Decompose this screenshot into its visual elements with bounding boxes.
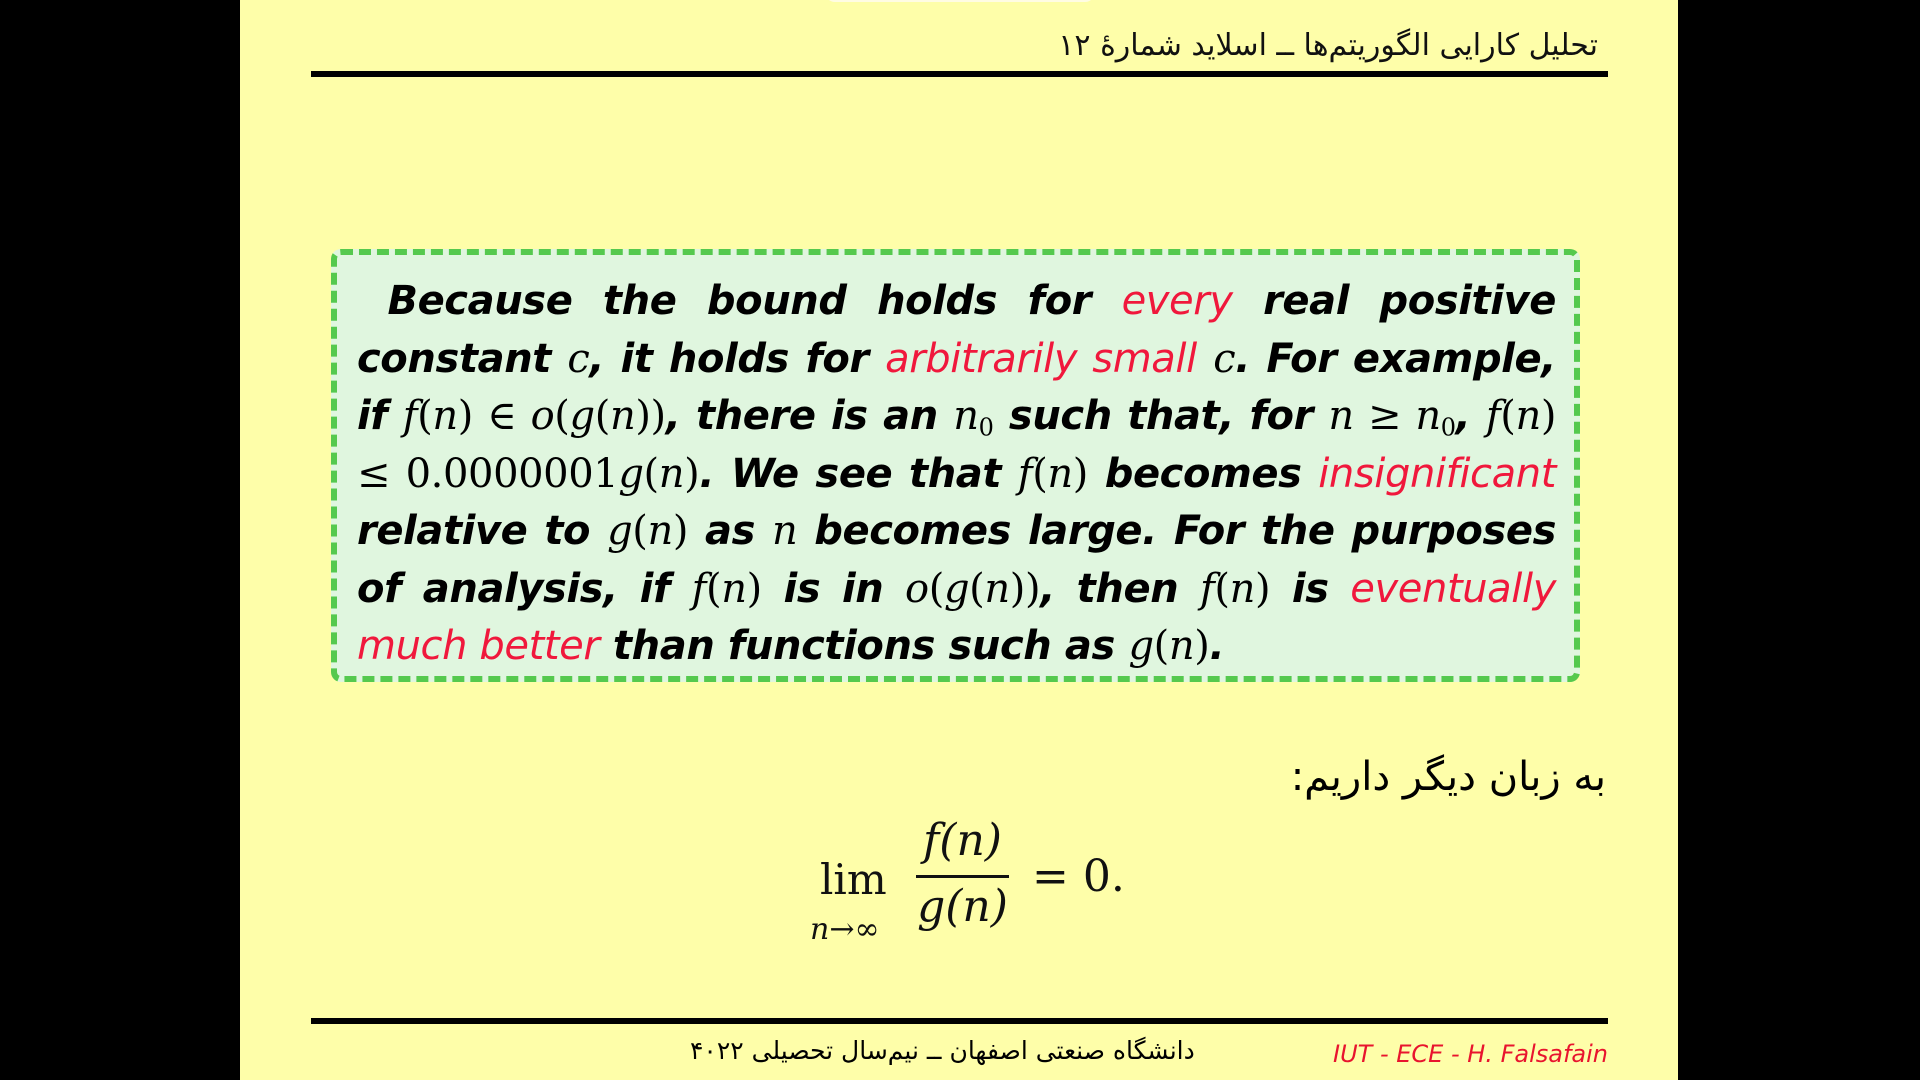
limit-subscript: n→∞ <box>810 912 880 947</box>
footer-university: دانشگاه صنعتی اصفهان ــ نیم‌سال تحصیلی ۴… <box>690 1036 1195 1065</box>
slide: تحلیل کارایی الگوریتم‌ها ــ اسلاید شماره… <box>240 0 1678 1080</box>
footer-divider <box>311 1018 1608 1024</box>
fraction-numerator: f(n) <box>923 815 1002 866</box>
in-other-words-line: به زبان دیگر داریم: <box>1290 754 1606 800</box>
header-divider <box>311 71 1608 77</box>
slide-tab <box>825 0 1095 2</box>
fraction-bar <box>916 875 1009 878</box>
definition-box: Because the bound holds for every real p… <box>331 249 1580 682</box>
slide-header-title: تحلیل کارایی الگوریتم‌ها ــ اسلاید شماره… <box>1058 28 1598 63</box>
highlight-insignificant: insignificant <box>1318 450 1556 497</box>
limit-operator: lim <box>820 855 887 904</box>
highlight-every: every <box>1121 278 1233 324</box>
highlight-arbitrarily-small: arbitrarily small <box>885 335 1197 382</box>
definition-text: Because the bound holds for every real p… <box>357 278 1557 669</box>
footer-author: IUT - ECE - H. Falsafain <box>1333 1040 1608 1068</box>
fraction-denominator: g(n) <box>917 881 1008 932</box>
equals-zero: = 0. <box>1032 851 1125 902</box>
